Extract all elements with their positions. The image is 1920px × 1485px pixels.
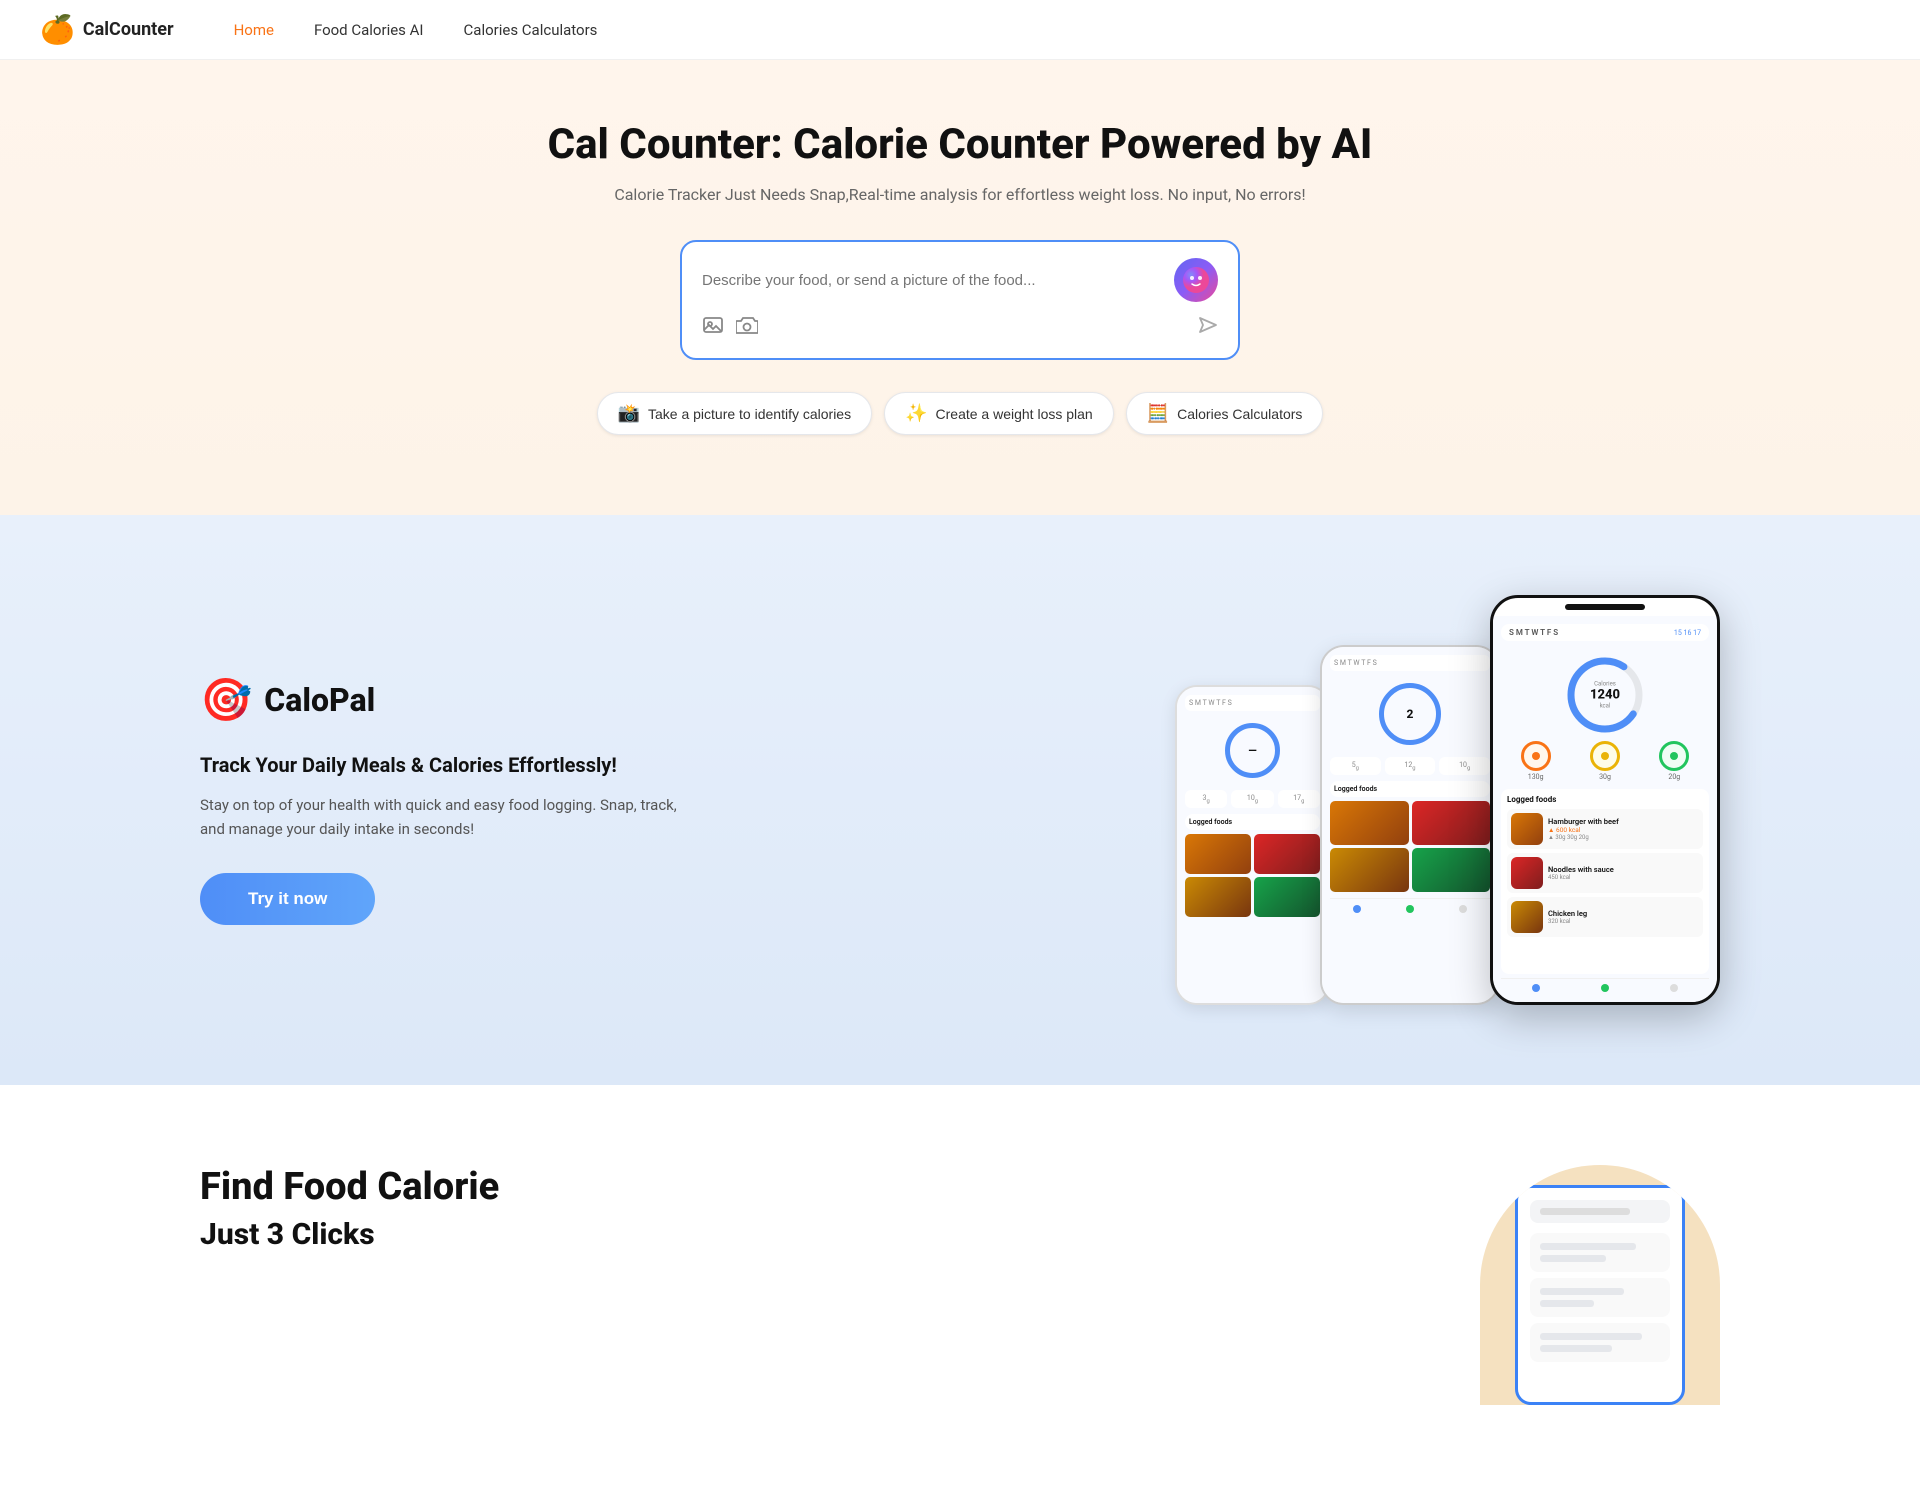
phone-find-food (1515, 1185, 1685, 1405)
take-picture-button[interactable]: 📸 Take a picture to identify calories (597, 392, 873, 435)
send-button[interactable] (1196, 314, 1218, 342)
feature-title: Track Your Daily Meals & Calories Effort… (200, 753, 680, 777)
find-food-section: Find Food Calorie Just 3 Clicks (0, 1085, 1920, 1485)
feature-left: 🎯 CaloPal Track Your Daily Meals & Calor… (200, 676, 680, 925)
nav-calculators[interactable]: Calories Calculators (464, 21, 598, 39)
weight-loss-plan-button[interactable]: ✨ Create a weight loss plan (884, 392, 1114, 435)
phone-back-1: S M T W T F S 2 5g 12g 10g Logged foods (1320, 645, 1500, 1005)
image-upload-button[interactable] (702, 314, 724, 342)
calories-calculators-button[interactable]: 🧮 Calories Calculators (1126, 392, 1324, 435)
camera-icon: 📸 (618, 403, 640, 424)
calories-calculators-label: Calories Calculators (1177, 406, 1302, 422)
nav-food-calories[interactable]: Food Calories AI (314, 21, 424, 39)
find-food-subtitle: Just 3 Clicks (200, 1217, 499, 1252)
hero-section: Cal Counter: Calorie Counter Powered by … (0, 60, 1920, 515)
hero-subtitle: Calorie Tracker Just Needs Snap,Real-tim… (40, 185, 1880, 204)
sparkle-icon: ✨ (905, 403, 927, 424)
find-food-title: Find Food Calorie (200, 1165, 499, 1209)
try-now-button[interactable]: Try it now (200, 873, 375, 925)
logo[interactable]: 🍊 CalCounter (40, 13, 174, 46)
feature-section: 🎯 CaloPal Track Your Daily Meals & Calor… (0, 515, 1920, 1085)
hero-title: Cal Counter: Calorie Counter Powered by … (40, 120, 1880, 169)
feature-logo: 🎯 CaloPal (200, 676, 680, 725)
calopal-icon: 🎯 (200, 676, 252, 725)
take-picture-label: Take a picture to identify calories (648, 406, 851, 422)
calopal-name: CaloPal (264, 681, 375, 719)
logo-name: CalCounter (83, 19, 174, 40)
weight-loss-plan-label: Create a weight loss plan (936, 406, 1093, 422)
feature-description: Stay on top of your health with quick an… (200, 793, 680, 841)
ai-avatar (1174, 258, 1218, 302)
camera-button[interactable] (736, 314, 758, 342)
navbar: 🍊 CalCounter Home Food Calories AI Calor… (0, 0, 1920, 60)
logo-icon: 🍊 (40, 13, 75, 46)
nav-links: Home Food Calories AI Calories Calculato… (234, 21, 598, 39)
phone-main: S M T W T F S 15 16 17 Calories (1490, 595, 1720, 1005)
search-input[interactable] (702, 272, 1162, 289)
search-box (680, 240, 1240, 360)
phones-mockup: S M T W T F S — 3g 10g 17g Logged foods (1175, 595, 1720, 1005)
phone-back-2: S M T W T F S — 3g 10g 17g Logged foods (1175, 685, 1330, 1005)
nav-home[interactable]: Home (234, 21, 274, 39)
find-food-illustration (1480, 1165, 1720, 1405)
calculator-icon: 🧮 (1147, 403, 1169, 424)
quick-actions: 📸 Take a picture to identify calories ✨ … (40, 392, 1880, 435)
find-food-left: Find Food Calorie Just 3 Clicks (200, 1165, 499, 1252)
